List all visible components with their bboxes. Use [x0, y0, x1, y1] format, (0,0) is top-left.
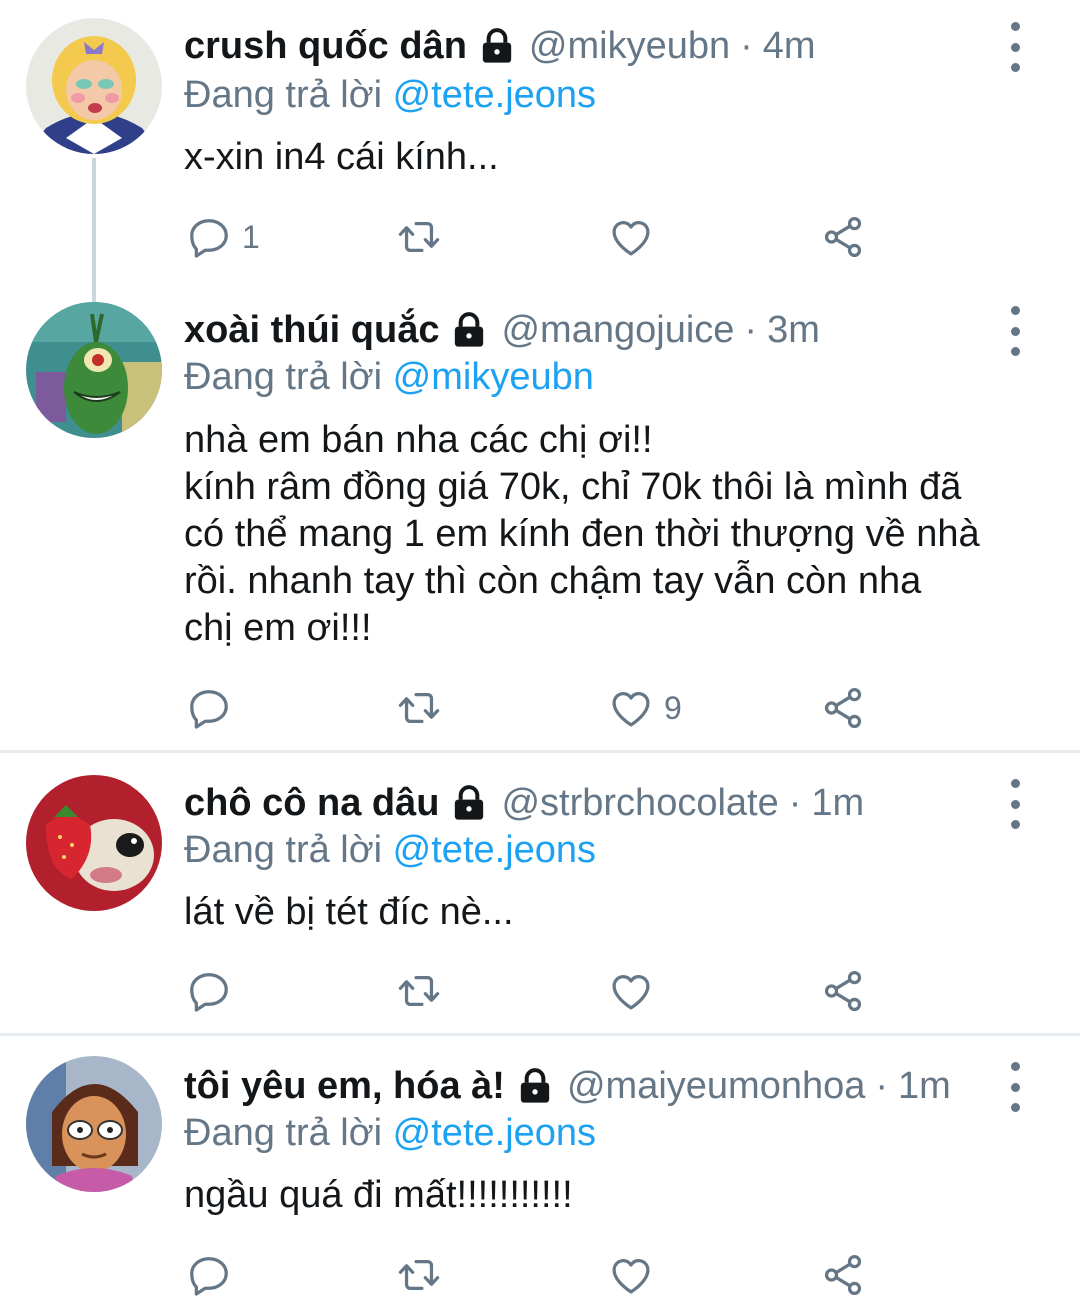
tweet-text: ngầu quá đi mất!!!!!!!!!!!	[184, 1174, 573, 1216]
heart-icon	[608, 214, 654, 260]
timestamp: 3m	[767, 309, 820, 351]
share-icon	[820, 685, 866, 731]
reply-button[interactable]	[186, 683, 242, 733]
like-button[interactable]	[608, 1250, 664, 1300]
reply-icon	[186, 214, 232, 260]
like-count: 9	[664, 689, 682, 726]
timestamp: 1m	[898, 1065, 951, 1107]
separator: ·	[788, 782, 802, 824]
like-button[interactable]	[608, 212, 664, 262]
heart-icon	[608, 968, 654, 1014]
retweet-icon	[396, 1252, 442, 1298]
lock-icon	[477, 26, 517, 66]
replying-to: Đang trả lời @mikyeubn	[184, 352, 594, 402]
thread-line	[92, 158, 96, 290]
share-button[interactable]	[820, 683, 866, 733]
thread-line	[92, 290, 96, 302]
tweet[interactable]: chô cô na dâu @strbrchocolate · 1m Đang …	[0, 753, 1080, 1033]
replying-to: Đang trả lời @tete.jeons	[184, 70, 596, 120]
share-icon	[820, 214, 866, 260]
display-name[interactable]: crush quốc dân	[184, 18, 467, 74]
tweet-actions: 1	[184, 212, 884, 262]
more-vertical-icon[interactable]	[1000, 22, 1030, 72]
reply-button[interactable]: 1	[186, 212, 260, 262]
tweet-header: chô cô na dâu @strbrchocolate · 1m	[184, 775, 864, 831]
retweet-button[interactable]	[396, 683, 452, 733]
display-name[interactable]: chô cô na dâu	[184, 775, 439, 831]
retweet-icon	[396, 968, 442, 1014]
replying-to: Đang trả lời @tete.jeons	[184, 1108, 596, 1158]
like-button[interactable]: 9	[608, 683, 682, 733]
lock-icon	[449, 310, 489, 350]
retweet-button[interactable]	[396, 212, 452, 262]
share-icon	[820, 1252, 866, 1298]
retweet-icon	[396, 685, 442, 731]
heart-icon	[608, 685, 654, 731]
reply-button[interactable]	[186, 1250, 242, 1300]
share-icon	[820, 968, 866, 1014]
lock-icon	[449, 783, 489, 823]
tweet-header: crush quốc dân @mikyeubn · 4m	[184, 18, 816, 74]
reply-button[interactable]	[186, 966, 242, 1016]
replying-mention[interactable]: @tete.jeons	[393, 829, 596, 871]
share-button[interactable]	[820, 212, 866, 262]
replying-mention[interactable]: @mikyeubn	[393, 356, 594, 398]
separator: ·	[875, 1065, 889, 1107]
tweet-text: x-xin in4 cái kính...	[184, 136, 499, 178]
avatar[interactable]	[26, 1056, 162, 1192]
username[interactable]: @strbrchocolate	[501, 775, 778, 831]
avatar[interactable]	[26, 18, 162, 154]
tweet-text: nhà em bán nha các chị ơi!! kính râm đồn…	[184, 419, 980, 649]
timestamp: 1m	[811, 782, 865, 824]
share-button[interactable]	[820, 966, 866, 1016]
avatar[interactable]	[26, 775, 162, 911]
replying-mention[interactable]: @tete.jeons	[393, 74, 596, 116]
replying-to: Đang trả lời @tete.jeons	[184, 825, 596, 875]
tweet-actions: 9	[184, 683, 884, 733]
more-vertical-icon[interactable]	[1000, 306, 1030, 356]
username[interactable]: @mikyeubn	[529, 18, 730, 74]
avatar[interactable]	[26, 302, 162, 438]
retweet-button[interactable]	[396, 1250, 452, 1300]
separator: ·	[740, 25, 753, 67]
replying-label: Đang trả lời	[184, 829, 393, 871]
reply-icon	[186, 968, 232, 1014]
heart-icon	[608, 1252, 654, 1298]
display-name[interactable]: tôi yêu em, hóa à!	[184, 1058, 505, 1114]
tweet[interactable]: crush quốc dân @mikyeubn · 4m Đang trả l…	[0, 0, 1080, 290]
separator: ·	[744, 309, 758, 351]
lock-icon	[515, 1066, 555, 1106]
replying-label: Đang trả lời	[184, 356, 393, 398]
username[interactable]: @maiyeumonhoa	[567, 1058, 865, 1114]
like-button[interactable]	[608, 966, 664, 1016]
display-name[interactable]: xoài thúi quắc	[184, 302, 439, 358]
tweet[interactable]: xoài thúi quắc @mangojuice · 3m Đang trả…	[0, 290, 1080, 750]
tweet[interactable]: tôi yêu em, hóa à! @maiyeumonhoa · 1m Đa…	[0, 1036, 1080, 1315]
replying-label: Đang trả lời	[184, 1112, 393, 1154]
share-button[interactable]	[820, 1250, 866, 1300]
reply-count: 1	[242, 218, 260, 255]
tweet-actions	[184, 1250, 884, 1300]
tweet-actions	[184, 966, 884, 1016]
replying-mention[interactable]: @tete.jeons	[393, 1112, 596, 1154]
tweet-header: xoài thúi quắc @mangojuice · 3m	[184, 302, 820, 358]
tweet-header: tôi yêu em, hóa à! @maiyeumonhoa · 1m	[184, 1058, 951, 1114]
reply-icon	[186, 685, 232, 731]
retweet-icon	[396, 214, 442, 260]
retweet-button[interactable]	[396, 966, 452, 1016]
timestamp: 4m	[762, 25, 816, 67]
more-vertical-icon[interactable]	[1000, 779, 1030, 829]
username[interactable]: @mangojuice	[501, 302, 734, 358]
reply-icon	[186, 1252, 232, 1298]
more-vertical-icon[interactable]	[1000, 1062, 1030, 1112]
tweet-text: lát về bị tét đíc nè...	[184, 891, 514, 933]
replying-label: Đang trả lời	[184, 74, 393, 116]
